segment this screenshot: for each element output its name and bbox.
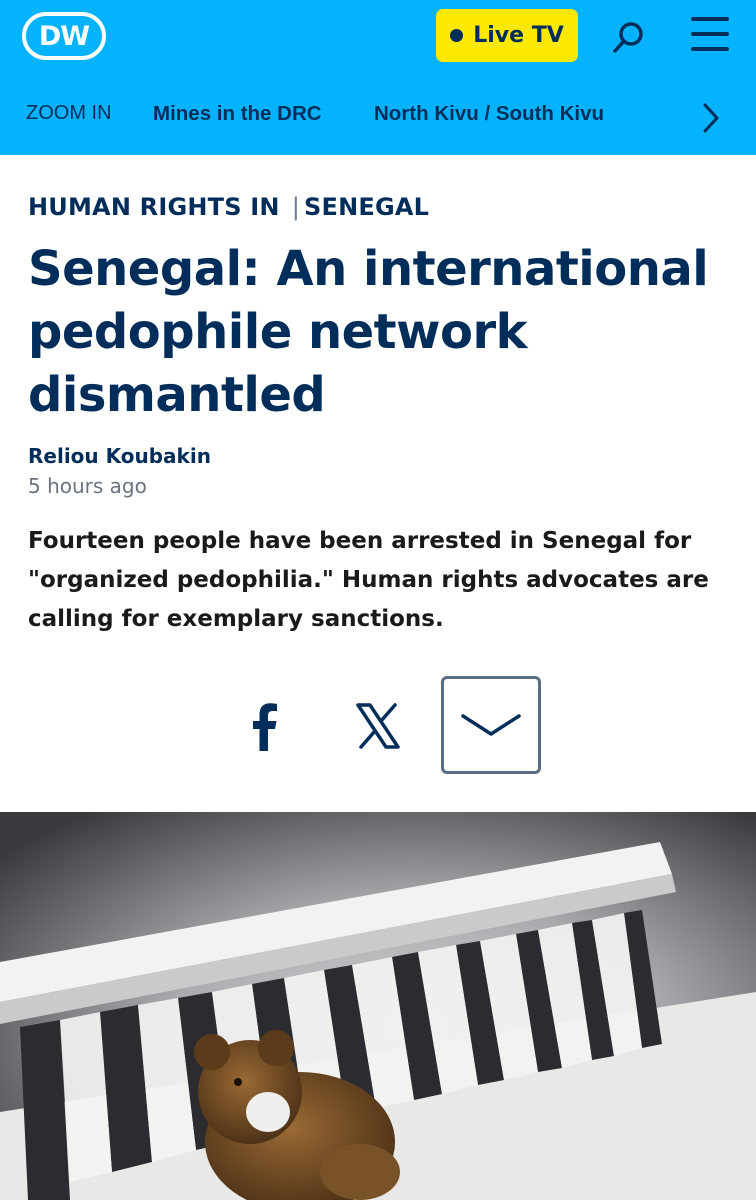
menu-button[interactable] bbox=[688, 17, 732, 57]
live-dot-icon bbox=[450, 29, 464, 42]
menu-bar bbox=[691, 47, 729, 51]
kicker-category[interactable]: HUMAN RIGHTS IN bbox=[28, 193, 280, 221]
live-tv-label: Live TV bbox=[473, 23, 564, 48]
facebook-icon bbox=[253, 703, 277, 751]
kicker-topic[interactable]: SENEGAL bbox=[304, 193, 429, 221]
logo-text: DW bbox=[38, 20, 90, 52]
share-x-button[interactable] bbox=[354, 702, 402, 750]
author-name[interactable]: Reliou Koubakin bbox=[28, 444, 211, 468]
topic-nav: ZOOM IN Mines in the DRC North Kivu / So… bbox=[0, 96, 756, 140]
publish-time: 5 hours ago bbox=[28, 474, 147, 498]
article-kicker: HUMAN RIGHTS IN | SENEGAL bbox=[28, 193, 429, 221]
nav-next-button[interactable] bbox=[696, 98, 726, 138]
x-twitter-icon bbox=[356, 703, 400, 749]
hero-image[interactable] bbox=[0, 812, 756, 1204]
chevron-right-icon bbox=[703, 103, 719, 133]
top-bar: DW Live TV ZOOM IN Mines in the DRC Nort… bbox=[0, 0, 756, 155]
article-teaser: Fourteen people have been arrested in Se… bbox=[28, 528, 709, 632]
chevron-down-icon bbox=[461, 714, 521, 736]
menu-bar bbox=[691, 32, 729, 36]
nav-item-mines-drc[interactable]: Mines in the DRC bbox=[153, 102, 322, 126]
zoom-in-label: ZOOM IN bbox=[26, 102, 112, 124]
article-headline: Senegal: An international pedophile netw… bbox=[28, 241, 709, 423]
search-icon bbox=[613, 22, 643, 53]
menu-bar bbox=[691, 17, 729, 21]
live-tv-button[interactable]: Live TV bbox=[436, 9, 578, 62]
share-facebook-button[interactable] bbox=[243, 700, 287, 752]
share-more-button[interactable] bbox=[441, 676, 541, 774]
kicker-separator: | bbox=[291, 193, 300, 221]
teddy-bear-crib-photo bbox=[0, 812, 756, 1204]
dw-logo[interactable]: DW bbox=[22, 12, 106, 60]
nav-item-kivu[interactable]: North Kivu / South Kivu bbox=[374, 102, 604, 126]
search-button[interactable] bbox=[606, 16, 650, 60]
